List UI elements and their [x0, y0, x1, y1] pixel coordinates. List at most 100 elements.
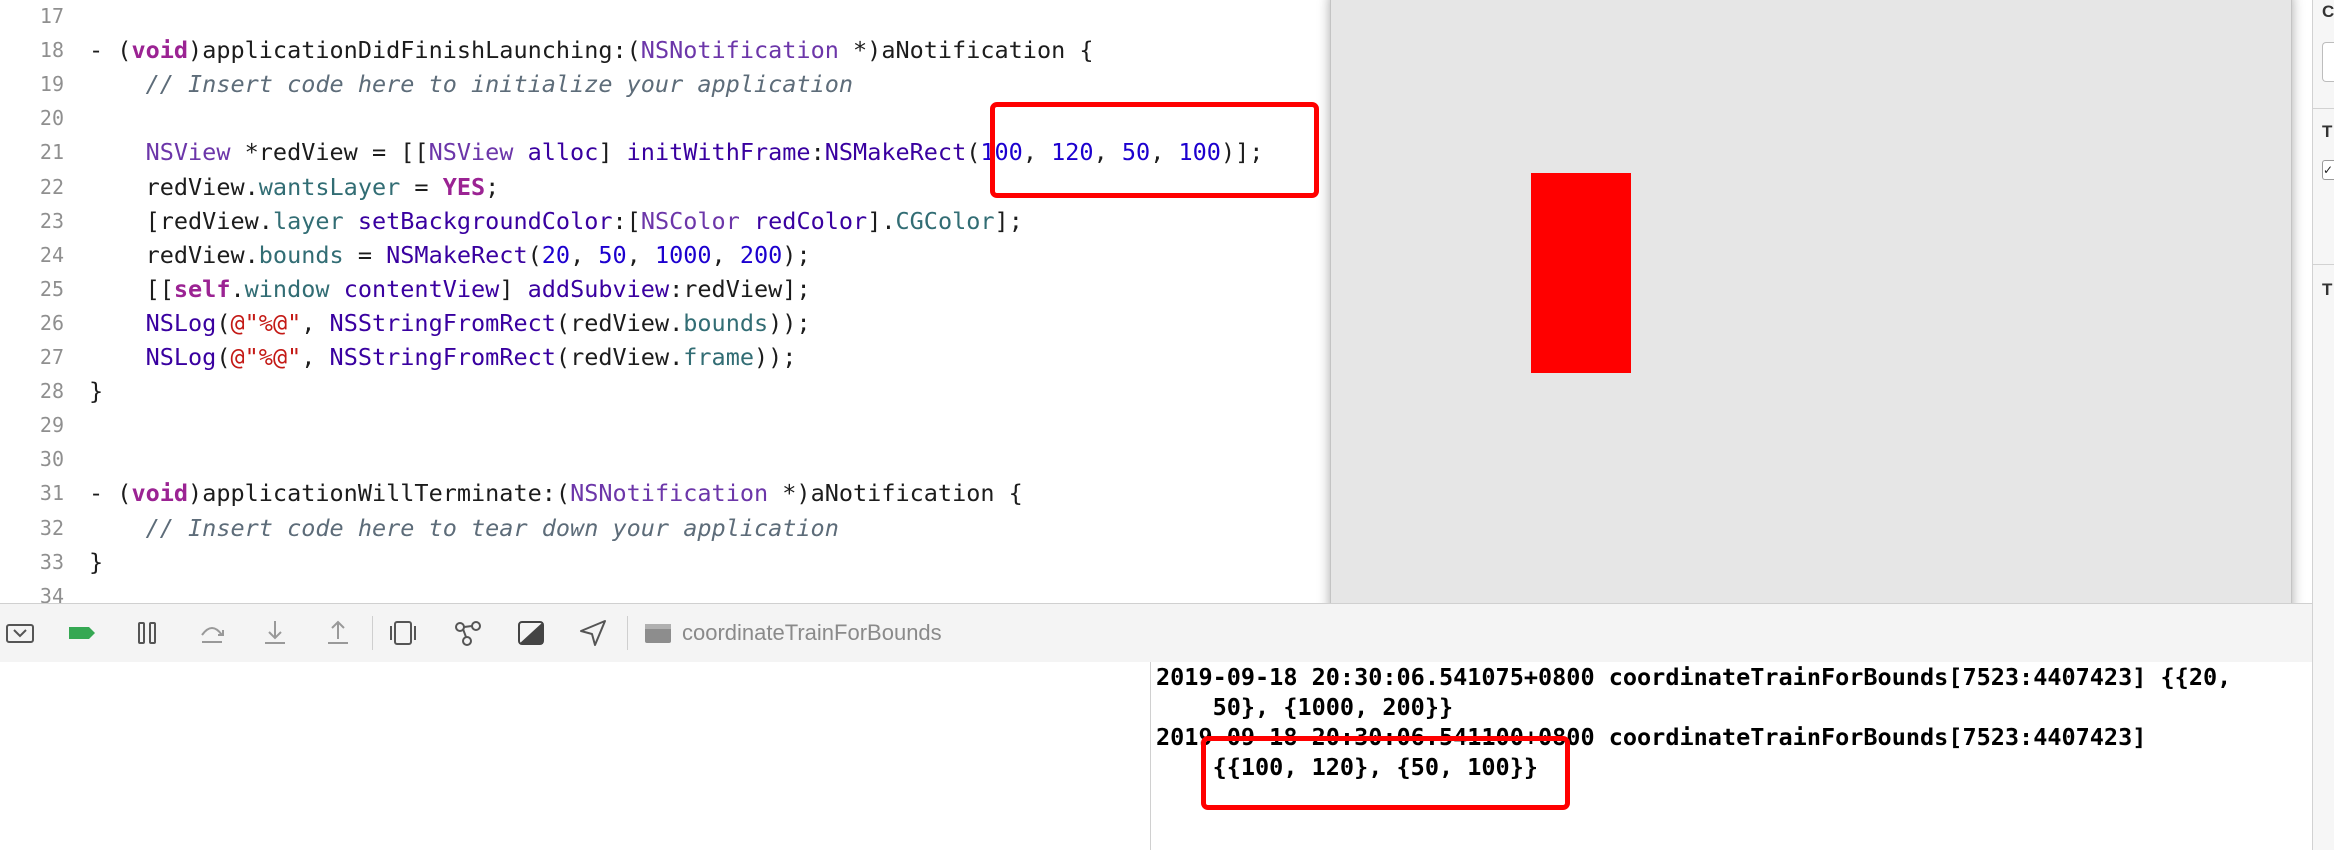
code-token: - ( [89, 36, 132, 65]
code-token: wantsLayer [258, 172, 401, 201]
code-token: :[ [612, 206, 641, 235]
code-token: // Insert code here to tear down your ap… [145, 513, 839, 542]
code-token: ( [216, 343, 231, 371]
code-token: 50 [598, 240, 627, 269]
memory-graph-icon[interactable] [452, 617, 484, 649]
code-token: : [810, 138, 825, 167]
console-line: 2019-09-18 20:30:06.541075+0800 coordina… [1156, 663, 2232, 691]
code-text: [[self.window contentView] addSubview:re… [89, 272, 811, 306]
inspector-label-t1: T [2322, 122, 2333, 141]
code-token: void [131, 479, 189, 508]
code-token: ; [485, 172, 500, 201]
code-line[interactable]: 31 - (void)applicationWillTerminate:(NSNo… [0, 476, 1400, 510]
code-token: 1000 [654, 240, 712, 269]
line-number: 23 [39, 208, 64, 233]
line-number: 25 [39, 276, 64, 301]
line-number: 21 [39, 140, 64, 165]
step-into-icon[interactable] [259, 617, 291, 649]
view-debugger-icon[interactable] [387, 617, 419, 649]
code-line[interactable]: 28} [0, 374, 1400, 408]
environment-overrides-icon[interactable] [515, 617, 547, 649]
code-token: NSLog [145, 308, 217, 337]
code-token: NSLog [145, 343, 217, 371]
code-token: ]; [994, 206, 1023, 235]
code-token: window [244, 274, 330, 303]
highlight-box-console-frame [1201, 736, 1570, 810]
code-line[interactable]: 23 [redView.layer setBackgroundColor:[NS… [0, 204, 1400, 238]
code-line[interactable]: 26 NSLog(@"%@", NSStringFromRect(redView… [0, 306, 1400, 340]
code-token: NSColor [640, 206, 740, 235]
inspector-label-t2: T [2322, 280, 2333, 299]
code-token: self [173, 274, 231, 303]
code-token: ( [216, 308, 231, 337]
code-token: ( [527, 240, 542, 269]
console-line: 50}, {1000, 200}} [1156, 693, 1454, 721]
line-number: 22 [39, 174, 64, 199]
code-token: [redView. [89, 206, 273, 235]
code-token: ]. [867, 206, 896, 235]
debug-bar: coordinateTrainForBounds [0, 603, 2312, 663]
code-line[interactable]: 19 // Insert code here to initialize you… [0, 67, 1400, 101]
variables-pane[interactable] [0, 662, 1151, 850]
code-token: NSNotification [570, 479, 769, 508]
code-token: redColor [754, 206, 868, 235]
code-line[interactable]: 33} [0, 545, 1400, 579]
code-line[interactable]: 25 [[self.window contentView] addSubview… [0, 272, 1400, 306]
code-line[interactable]: 27 NSLog(@"%@", NSStringFromRect(redView… [0, 340, 1400, 374]
code-token: ); [782, 240, 811, 269]
code-token: *)aNotification { [838, 36, 1094, 65]
hide-debug-area-icon[interactable] [4, 617, 36, 649]
code-token: = [343, 240, 387, 269]
code-token: NSStringFromRect [329, 308, 556, 337]
code-text: redView.bounds = NSMakeRect(20, 50, 1000… [89, 238, 811, 272]
inspector-checkbox[interactable]: ✓ [2322, 160, 2334, 180]
line-number: 19 [39, 72, 64, 97]
code-line[interactable]: 32 // Insert code here to tear down your… [0, 511, 1400, 545]
separator [627, 616, 628, 650]
code-token: NSMakeRect [824, 138, 967, 167]
code-line[interactable]: 17 [0, 0, 1400, 33]
line-number: 26 [39, 310, 64, 335]
code-token: YES [442, 172, 486, 201]
code-token: )); [768, 308, 811, 337]
code-token: initWithFrame [626, 138, 811, 167]
code-token: , [301, 308, 330, 337]
inspector-panel[interactable]: C T ✓ T [2312, 0, 2334, 850]
code-token: NSNotification [640, 36, 839, 65]
code-line[interactable]: 30 [0, 442, 1400, 476]
line-number: 27 [39, 345, 64, 369]
step-out-icon[interactable] [322, 617, 354, 649]
code-token: , [570, 240, 599, 269]
line-number: 29 [39, 413, 64, 438]
inspector-divider-2 [2313, 264, 2334, 265]
simulate-location-icon[interactable] [577, 617, 609, 649]
app-window[interactable] [1330, 0, 2292, 614]
code-token: :redView]; [669, 274, 811, 303]
inspector-field[interactable] [2322, 42, 2334, 82]
step-over-icon[interactable] [196, 617, 228, 649]
code-token: layer [272, 206, 344, 235]
code-token: alloc [527, 138, 599, 167]
breakpoints-toggle-icon[interactable] [66, 617, 98, 649]
code-token: )); [754, 343, 797, 371]
code-text: redView.wantsLayer = YES; [89, 170, 500, 204]
code-token: NSStringFromRect [329, 343, 556, 371]
code-token: // Insert code here to initialize your a… [145, 70, 854, 99]
code-line[interactable]: 24 redView.bounds = NSMakeRect(20, 50, 1… [0, 238, 1400, 272]
code-token: NSView [428, 138, 514, 167]
code-token: } [89, 377, 104, 406]
separator [372, 616, 373, 650]
code-line[interactable]: 18 - (void)applicationDidFinishLaunching:… [0, 33, 1400, 67]
code-line[interactable]: 29 [0, 408, 1400, 442]
code-token: 20 [541, 240, 571, 269]
code-token: (redView. [555, 343, 684, 371]
pause-icon[interactable] [131, 617, 163, 649]
target-name[interactable]: coordinateTrainForBounds [682, 620, 942, 646]
